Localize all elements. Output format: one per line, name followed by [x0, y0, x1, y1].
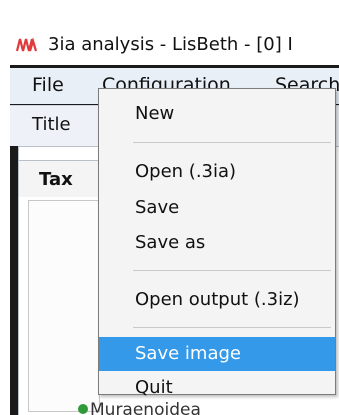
menu-item-label: Quit — [135, 377, 173, 398]
tab-label: Tax — [39, 169, 73, 190]
menu-separator — [133, 270, 331, 271]
menu-item-open[interactable]: Open (.3ia) — [99, 155, 335, 189]
menu-item-new[interactable]: New — [99, 97, 335, 131]
menu-item-save-image[interactable]: Save image — [99, 337, 335, 371]
menu-item-save[interactable]: Save — [99, 191, 335, 225]
menu-item-label: Save as — [135, 232, 206, 253]
title-bar: 3ia analysis - LisBeth - [0] I — [10, 10, 339, 65]
menu-item-quit[interactable]: Quit — [99, 371, 335, 405]
toolbar-title-label[interactable]: Title — [32, 114, 71, 135]
window-title: 3ia analysis - LisBeth - [0] I — [48, 34, 293, 55]
tree-view[interactable] — [28, 200, 100, 412]
app-icon — [15, 37, 38, 52]
menu-item-open-output[interactable]: Open output (.3iz) — [99, 283, 335, 317]
menu-file[interactable]: File — [32, 74, 64, 96]
menu-item-label: Open (.3ia) — [135, 161, 237, 182]
menu-item-label: New — [135, 103, 175, 124]
menu-item-label: Open output (.3iz) — [135, 289, 300, 310]
menu-separator — [133, 142, 331, 143]
tab-taxa[interactable]: Tax — [18, 160, 100, 197]
menu-item-label: Save — [135, 197, 180, 218]
menu-item-save-as[interactable]: Save as — [99, 226, 335, 260]
file-menu-dropdown: New Open (.3ia) Save Save as Open output… — [98, 88, 336, 398]
menu-separator — [133, 327, 331, 328]
menu-item-label: Save image — [135, 343, 241, 364]
app-window: 3ia analysis - LisBeth - [0] I File Conf… — [10, 10, 339, 415]
tree-node-icon — [78, 404, 88, 414]
